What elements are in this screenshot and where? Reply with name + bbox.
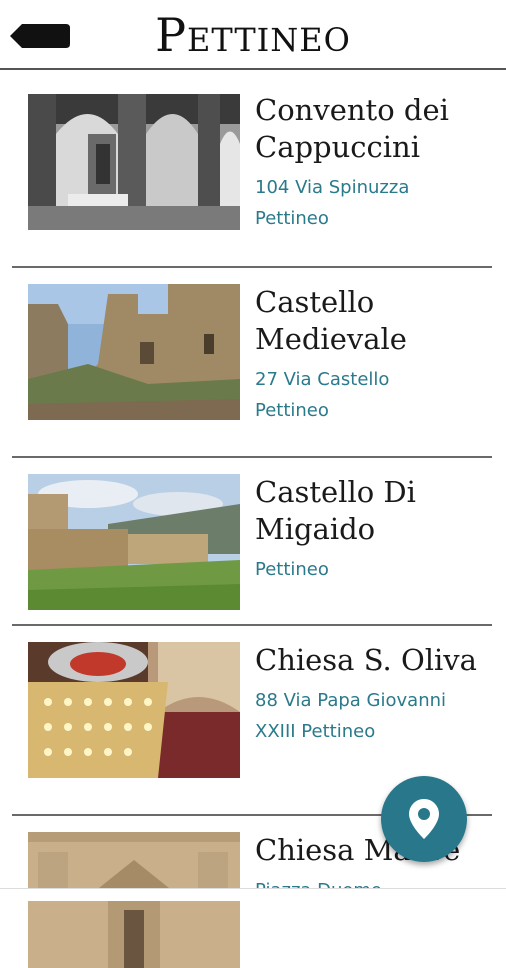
castello-migaido-photo [28,474,240,610]
place-name: Chiesa S. Oliva [255,643,477,677]
list-item[interactable]: Castello Di Migaido Pettineo [12,458,492,626]
place-address-line: 88 Via Papa Giovanni [255,690,447,711]
map-button[interactable] [381,776,467,862]
list-item[interactable]: Convento dei Cappuccini 104 Via Spinuzza… [12,76,492,268]
place-address-line: Pettineo [255,208,329,229]
place-address-line: Pettineo [255,559,329,580]
place-address-line: Pettineo [255,400,329,421]
map-pin-icon [409,799,439,839]
bottom-edge [0,888,506,901]
place-name: Castello Di Migaido [255,475,416,546]
convento-photo [28,94,240,230]
top-bar: Pettineo [0,0,506,70]
page-title: Pettineo [155,8,351,62]
place-name: Convento dei Cappuccini [255,93,449,164]
place-address-line: 104 Via Spinuzza [255,177,410,198]
castello-medievale-photo [28,284,240,420]
place-address-line: XXIII Pettineo [255,721,376,742]
chiesa-oliva-photo [28,642,240,778]
list-item[interactable]: Castello Medievale 27 Via Castello Petti… [12,268,492,458]
place-address-line: 27 Via Castello [255,369,390,390]
place-name: Castello Medievale [255,285,407,356]
